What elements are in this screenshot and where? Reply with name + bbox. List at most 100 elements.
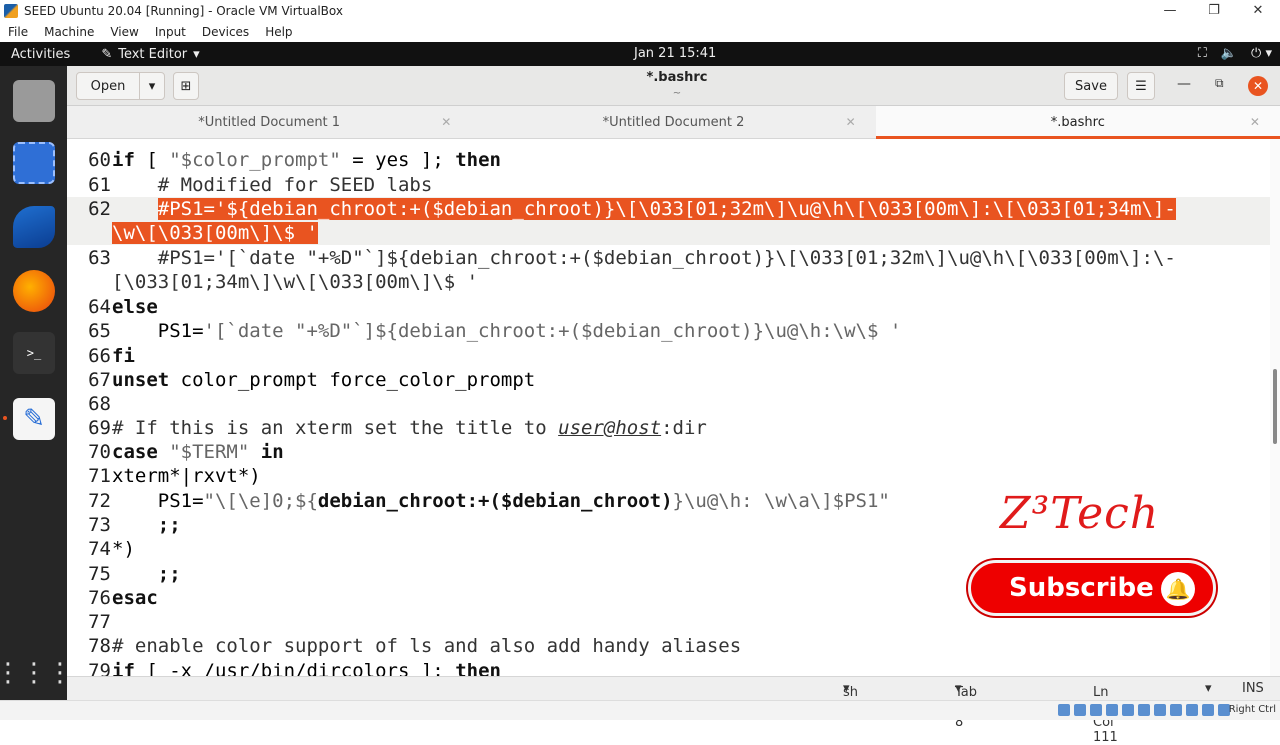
keyword: debian_chroot:+($debian_chroot): [317, 490, 673, 512]
code-line: 73 ;;: [67, 513, 181, 537]
tab-label: *Untitled Document 2: [602, 114, 745, 130]
line-number: 71: [88, 465, 111, 487]
shared-folder-icon[interactable]: [1138, 704, 1150, 716]
tab-width-selector[interactable]: Tab Width: 8 ▾: [955, 681, 997, 730]
tab-label: *.bashrc: [1050, 114, 1105, 130]
code-line-wrap: \w\[\033[00m\]\$ ': [67, 221, 318, 245]
string: '[`date "+%D"`]${debian_chroot:+($debian…: [203, 320, 902, 342]
code-text: [: [134, 149, 170, 171]
vbox-device-icons[interactable]: [1058, 704, 1230, 716]
code-line: 64else: [67, 295, 158, 319]
tab-bashrc[interactable]: *.bashrc ✕: [875, 106, 1280, 139]
close-window-icon[interactable]: ✕: [1248, 76, 1268, 96]
keyword: in: [260, 441, 284, 463]
chevron-down-icon: ▾: [193, 46, 200, 62]
save-button[interactable]: Save: [1064, 72, 1118, 100]
menu-icon: ☰: [1135, 78, 1147, 94]
keyword: esac: [112, 587, 158, 609]
restore-icon[interactable]: ❐: [1192, 0, 1236, 22]
line-number: 73: [88, 514, 111, 536]
minimize-icon[interactable]: —: [1177, 76, 1191, 92]
chevron-down-icon[interactable]: ▾: [1205, 681, 1212, 696]
line-number: 74: [88, 538, 111, 560]
code-text: = yes ];: [340, 149, 456, 171]
keyword: if: [112, 660, 135, 676]
audio-icon[interactable]: [1090, 704, 1102, 716]
wireshark-icon[interactable]: [13, 206, 55, 248]
show-apps-icon[interactable]: ⋮⋮⋮: [0, 652, 73, 694]
cpu-icon[interactable]: [1186, 704, 1198, 716]
storage-icon[interactable]: [1058, 704, 1070, 716]
editor-headerbar: Open ▾ ⊞ *.bashrc ~ Save ☰ — ⧉ ✕: [67, 66, 1280, 106]
line-number: 76: [88, 587, 111, 609]
app-menu[interactable]: ✎ Text Editor ▾: [101, 47, 199, 62]
files-icon[interactable]: [13, 80, 55, 122]
text-editor-dock-icon[interactable]: ✎: [13, 398, 55, 440]
scrollbar-thumb[interactable]: [1273, 369, 1277, 444]
screenshot-icon[interactable]: [13, 142, 55, 184]
menu-devices[interactable]: Devices: [194, 25, 257, 39]
network-icon[interactable]: [1106, 704, 1118, 716]
editor-statusbar: sh ▾ Tab Width: 8 ▾ Ln 62, Col 111 ▾ INS: [67, 676, 1280, 745]
menu-machine[interactable]: Machine: [36, 25, 102, 39]
host-key-label: Right Ctrl: [1228, 704, 1276, 715]
string: "\[\e]0;${: [203, 490, 318, 512]
code-line: 74*): [67, 537, 135, 561]
open-button[interactable]: Open: [76, 72, 140, 100]
network-icon: ⛶: [1197, 46, 1207, 61]
language-selector[interactable]: sh ▾: [843, 681, 858, 700]
gnome-topbar: Activities ✎ Text Editor ▾ Jan 21 15:41 …: [0, 42, 1280, 66]
firefox-icon[interactable]: [13, 270, 55, 312]
display-icon[interactable]: [1154, 704, 1166, 716]
menu-help[interactable]: Help: [257, 25, 300, 39]
keyword: else: [112, 296, 158, 318]
keyword: case: [112, 441, 158, 463]
code-line: 78# enable color support of ls and also …: [67, 634, 741, 658]
usb-icon[interactable]: [1122, 704, 1134, 716]
terminal-icon[interactable]: >_: [13, 332, 55, 374]
tab-untitled-1[interactable]: *Untitled Document 1 ✕: [67, 106, 471, 138]
code-line-wrap: [\033[01;34m\]\w\[\033[00m\]\$ ': [67, 270, 478, 294]
tab-label: *Untitled Document 1: [198, 114, 341, 130]
line-number: 79: [88, 660, 111, 676]
vbox-statusbar: Right Ctrl: [0, 700, 1280, 720]
vertical-scrollbar[interactable]: [1270, 139, 1280, 676]
selected-text: #PS1='${debian_chroot:+($debian_chroot)}…: [157, 198, 1176, 220]
menu-input[interactable]: Input: [147, 25, 194, 39]
hamburger-menu-button[interactable]: ☰: [1127, 72, 1155, 100]
close-icon[interactable]: ✕: [1236, 0, 1280, 22]
close-tab-icon[interactable]: ✕: [846, 115, 856, 129]
mouse-integration-icon[interactable]: [1202, 704, 1214, 716]
app-menu-label: Text Editor: [118, 46, 188, 62]
code-line: 76esac: [67, 586, 158, 610]
line-number: 77: [88, 611, 111, 633]
menu-file[interactable]: File: [0, 25, 36, 39]
comment: # enable color support of ls and also ad…: [112, 635, 742, 657]
close-tab-icon[interactable]: ✕: [1250, 115, 1260, 129]
recording-icon[interactable]: [1170, 704, 1182, 716]
subscribe-button[interactable]: Subscribe 🔔: [968, 560, 1216, 616]
open-dropdown-button[interactable]: ▾: [139, 72, 165, 100]
optical-icon[interactable]: [1074, 704, 1086, 716]
maximize-icon[interactable]: ⧉: [1215, 76, 1224, 91]
menu-view[interactable]: View: [102, 25, 146, 39]
volume-icon: 🔈: [1220, 46, 1238, 61]
minimize-icon[interactable]: —: [1148, 0, 1192, 22]
activities-button[interactable]: Activities: [0, 47, 81, 62]
tab-untitled-2[interactable]: *Untitled Document 2 ✕: [471, 106, 875, 138]
code-line: 71xterm*|rxvt*): [67, 464, 261, 488]
close-tab-icon[interactable]: ✕: [441, 115, 451, 129]
code-line: 79if [ -x /usr/bin/dircolors ]; then: [67, 659, 501, 676]
line-number: 78: [88, 635, 111, 657]
system-tray[interactable]: ⛶ 🔈 ⏻ ▾: [1198, 42, 1272, 66]
code-text: color_prompt force_color_prompt: [169, 369, 536, 391]
comment-link: user@host: [558, 417, 662, 439]
comment: :dir: [661, 417, 707, 439]
keyword: unset: [112, 369, 170, 391]
insert-mode[interactable]: INS: [1242, 681, 1264, 696]
active-indicator: [3, 416, 7, 420]
new-tab-button[interactable]: ⊞: [173, 72, 199, 100]
virtualbox-icon: [4, 4, 18, 18]
clock[interactable]: Jan 21 15:41: [634, 42, 716, 66]
